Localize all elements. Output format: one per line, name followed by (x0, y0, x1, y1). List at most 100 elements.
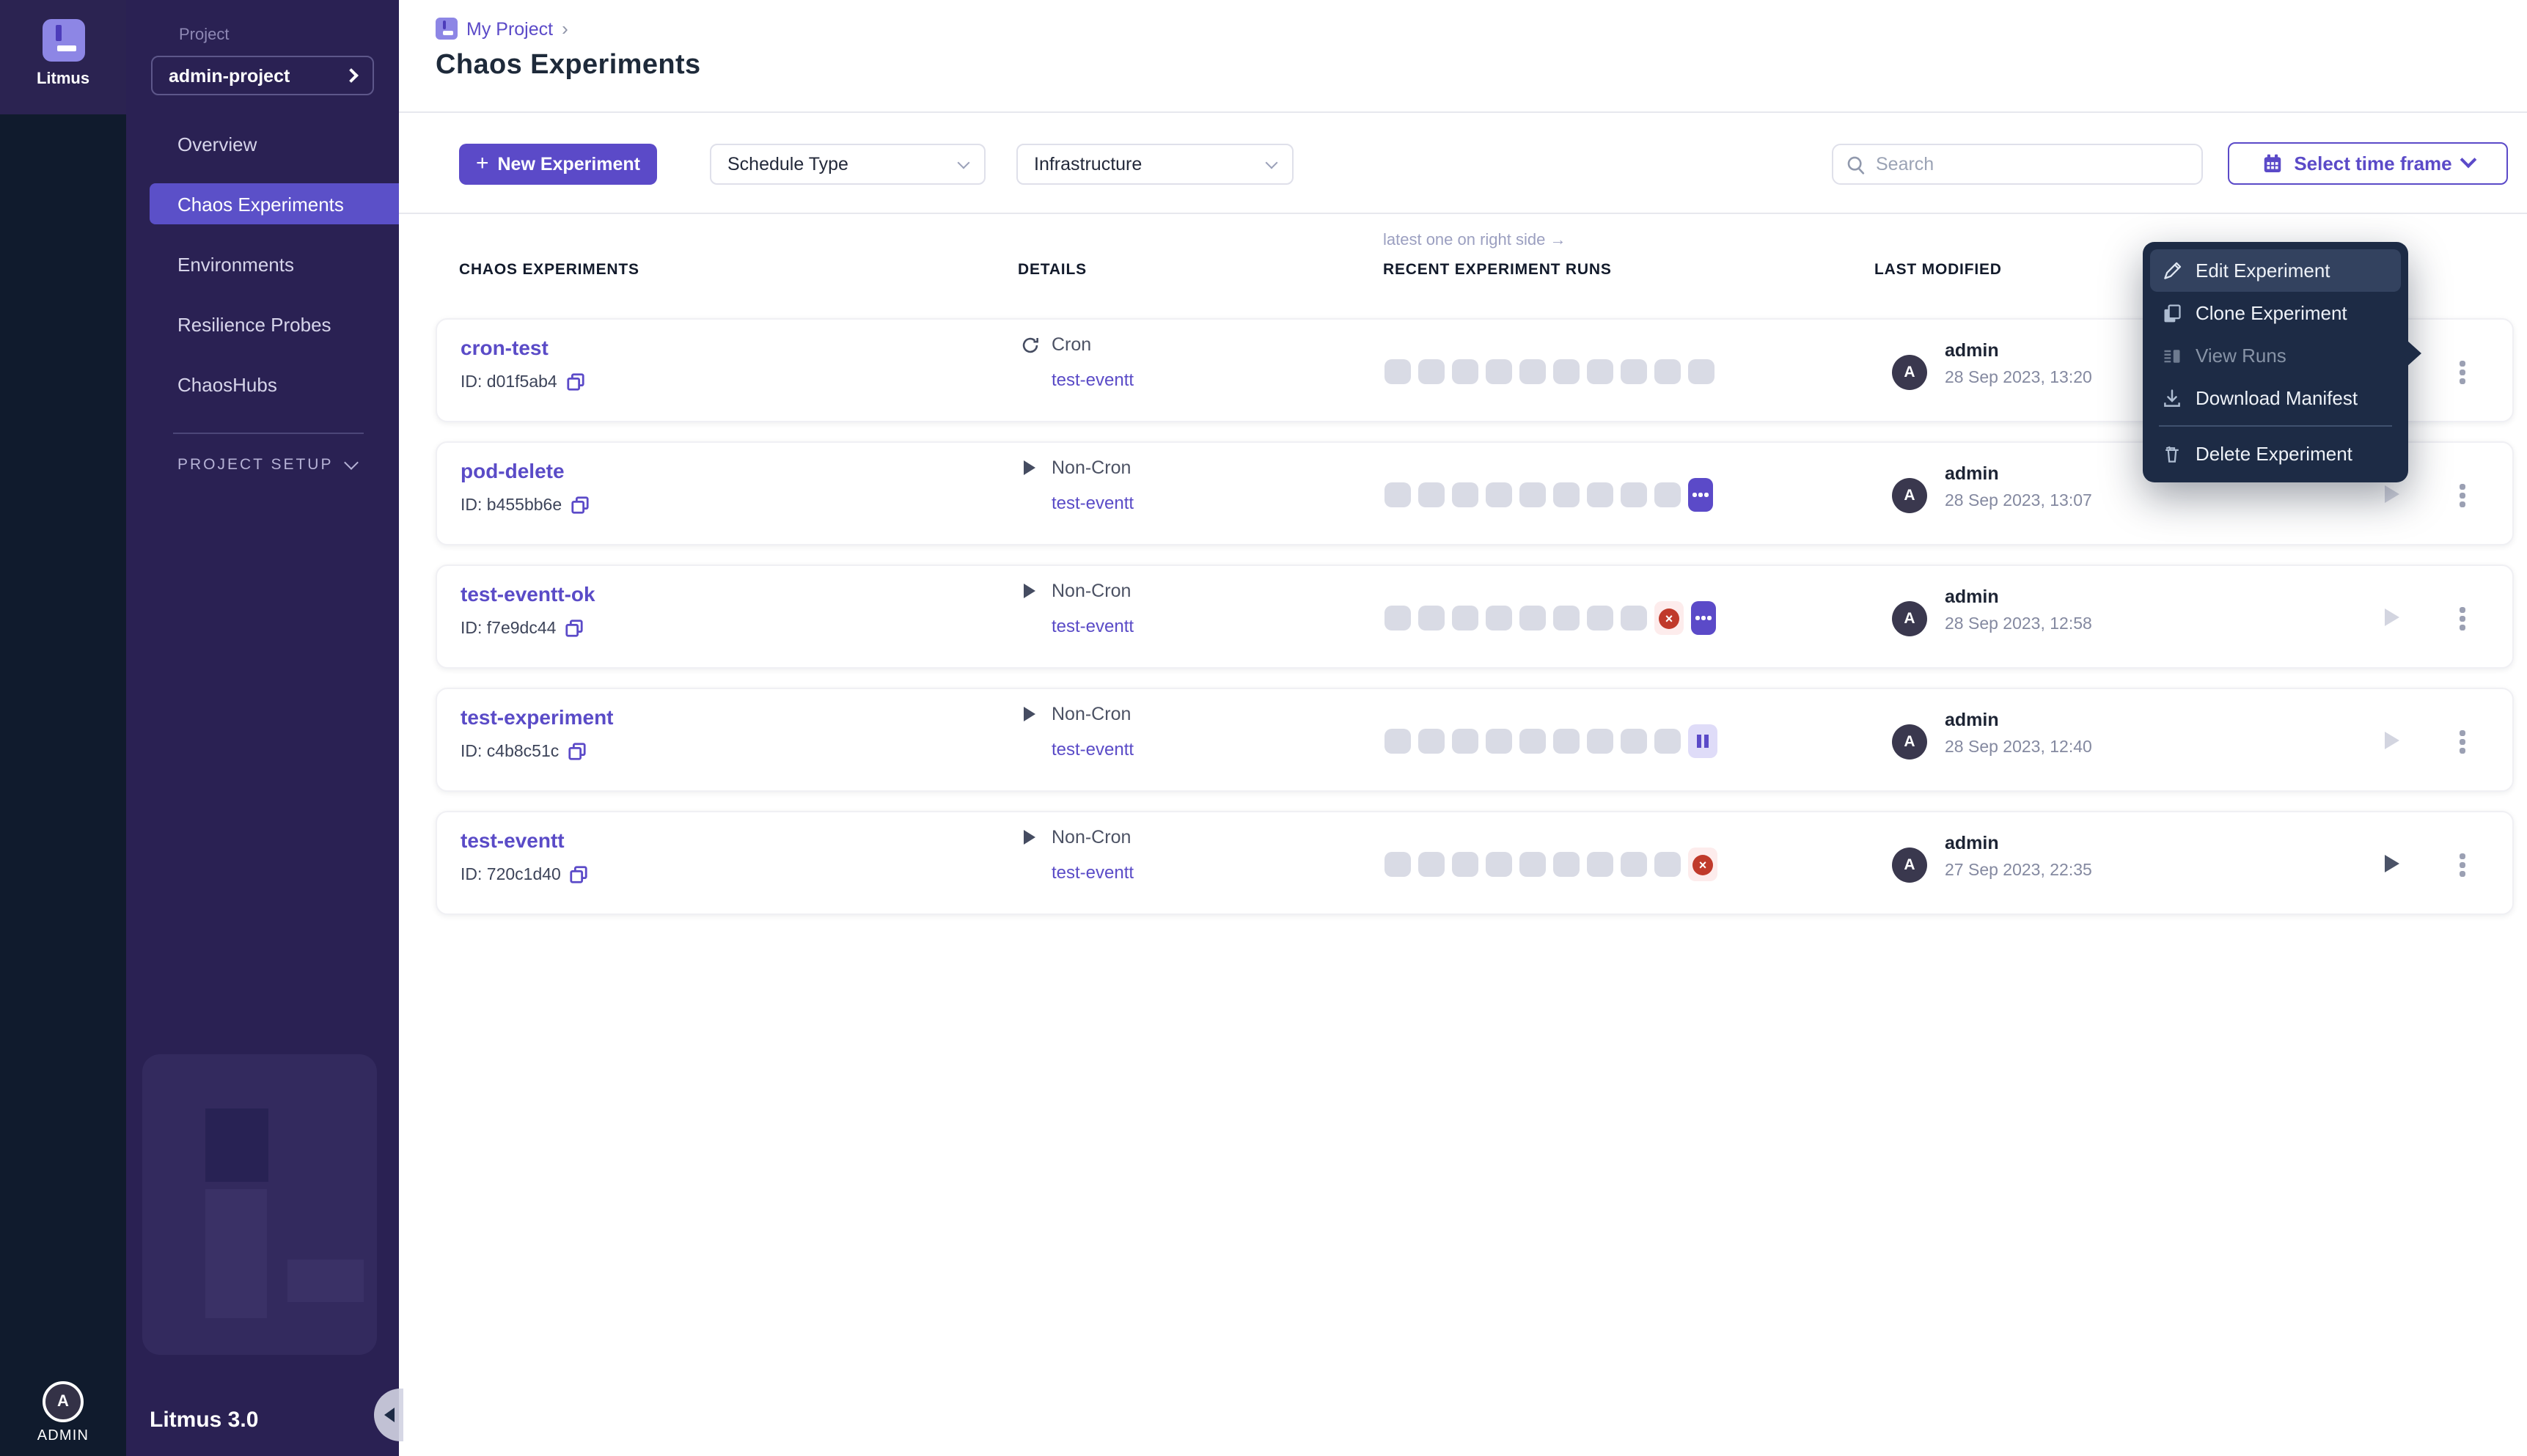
run-experiment-button[interactable] (2385, 608, 2399, 626)
run-experiment-button[interactable] (2385, 485, 2399, 503)
hub-link[interactable]: test-eventt (1052, 862, 1134, 883)
sidebar-item-environments[interactable]: Environments (126, 243, 399, 284)
sidebar-item-chaoshubs[interactable]: ChaosHubs (126, 364, 399, 405)
run-status-failed[interactable]: × (1688, 848, 1717, 881)
hub-link[interactable]: test-eventt (1052, 493, 1134, 513)
run-status-running[interactable] (1691, 601, 1716, 635)
modified-date: 28 Sep 2023, 12:58 (1945, 616, 2092, 633)
recent-runs-bar (1384, 443, 1720, 547)
experiment-name-link[interactable]: test-eventt (461, 828, 565, 852)
breadcrumb-my-project[interactable]: My Project (466, 18, 553, 39)
sidebar-item-overview[interactable]: Overview (126, 123, 399, 164)
run-status-none (1654, 729, 1681, 754)
run-status-none (1621, 606, 1647, 630)
main-content: My Project › Chaos Experiments + New Exp… (399, 0, 2527, 1456)
schedule-type: Cron (1052, 334, 1091, 355)
row-kebab-menu[interactable] (2449, 481, 2476, 510)
run-status-none (1553, 852, 1580, 877)
run-experiment-button[interactable] (2385, 732, 2399, 749)
page-title: Chaos Experiments (436, 50, 701, 82)
schedule-type: Non-Cron (1052, 457, 1131, 478)
collapse-left-icon (384, 1408, 394, 1422)
download-icon (2162, 388, 2182, 408)
run-status-none (1587, 606, 1613, 630)
experiment-row: test-eventt ID: 720c1d40 Non-Cron test-e… (436, 811, 2514, 915)
experiment-name-link[interactable]: test-eventt-ok (461, 582, 595, 606)
clone-icon (2162, 303, 2182, 323)
infrastructure-select[interactable]: Infrastructure (1016, 144, 1294, 185)
run-status-none (1486, 729, 1512, 754)
copy-icon[interactable] (568, 742, 587, 761)
copy-icon[interactable] (571, 496, 590, 515)
menu-divider (2159, 425, 2392, 427)
menu-item-clone-experiment[interactable]: Clone Experiment (2150, 292, 2401, 334)
runs-order-note: latest one on right side → (1383, 232, 1566, 249)
recent-runs-bar (1384, 320, 1722, 424)
row-kebab-menu[interactable] (2449, 604, 2476, 633)
experiment-name-link[interactable]: cron-test (461, 336, 549, 359)
breadcrumb: My Project › (436, 18, 568, 40)
copy-icon[interactable] (566, 372, 585, 391)
select-time-frame-button[interactable]: Select time frame (2228, 142, 2508, 185)
column-header-recent-runs: RECENT EXPERIMENT RUNS (1383, 261, 1612, 279)
experiment-id: ID: c4b8c51c (461, 743, 559, 760)
search-input[interactable] (1876, 154, 2188, 174)
sidebar-item-resilience-probes[interactable]: Resilience Probes (126, 304, 399, 345)
chevron-down-icon (344, 455, 359, 469)
experiment-name-link[interactable]: test-experiment (461, 705, 614, 729)
sidebar: Project admin-project Overview Chaos Exp… (126, 0, 399, 1456)
sidebar-divider (173, 433, 364, 434)
new-experiment-button[interactable]: + New Experiment (459, 144, 657, 185)
experiment-name-link[interactable]: pod-delete (461, 459, 565, 482)
chevron-down-icon (1266, 156, 1278, 169)
menu-item-download-manifest[interactable]: Download Manifest (2150, 377, 2401, 419)
project-setup-toggle[interactable]: PROJECT SETUP (177, 456, 356, 474)
non-cron-icon (1019, 830, 1040, 845)
project-name: admin-project (169, 65, 290, 86)
non-cron-icon (1019, 584, 1040, 598)
litmus-watermark (142, 1054, 377, 1355)
run-status-none (1452, 482, 1478, 507)
run-status-none (1519, 359, 1546, 384)
menu-item-edit-experiment[interactable]: Edit Experiment (2150, 249, 2401, 292)
hub-link[interactable]: test-eventt (1052, 369, 1134, 390)
project-mini-logo-icon (436, 18, 458, 40)
rail-top: Litmus (0, 0, 126, 114)
modified-by: admin (1945, 587, 1999, 607)
run-status-none (1384, 729, 1411, 754)
row-kebab-menu[interactable] (2449, 358, 2476, 387)
run-status-none (1654, 359, 1681, 384)
schedule-type-select[interactable]: Schedule Type (710, 144, 986, 185)
run-status-none (1486, 482, 1512, 507)
run-status-none (1688, 359, 1714, 384)
logo-glyph (55, 25, 62, 41)
row-kebab-menu[interactable] (2449, 850, 2476, 880)
search-box (1832, 144, 2203, 185)
run-experiment-button[interactable] (2385, 855, 2399, 872)
hub-link[interactable]: test-eventt (1052, 616, 1134, 636)
run-status-running[interactable] (1688, 478, 1713, 512)
menu-item-delete-experiment[interactable]: Delete Experiment (2150, 433, 2401, 475)
header-divider (399, 111, 2527, 113)
hub-link[interactable]: test-eventt (1052, 739, 1134, 760)
copy-icon[interactable] (570, 865, 589, 884)
experiment-id: ID: f7e9dc44 (461, 619, 556, 637)
run-status-none (1654, 852, 1681, 877)
project-selector[interactable]: admin-project (151, 56, 374, 95)
run-status-none (1553, 359, 1580, 384)
litmus-logo-icon[interactable] (43, 19, 85, 62)
user-avatar[interactable]: A (43, 1381, 84, 1422)
sidebar-item-chaos-experiments[interactable]: Chaos Experiments (150, 183, 399, 224)
run-status-none (1553, 729, 1580, 754)
run-status-failed[interactable]: × (1654, 601, 1684, 635)
run-status-paused[interactable] (1688, 724, 1717, 758)
project-setup-label: PROJECT SETUP (177, 456, 334, 474)
logo-label: Litmus (0, 70, 126, 88)
modified-by: admin (1945, 710, 1999, 730)
row-kebab-menu[interactable] (2449, 727, 2476, 757)
avatar: A (1892, 848, 1927, 883)
run-status-none (1486, 852, 1512, 877)
copy-icon[interactable] (565, 619, 584, 638)
rail-bottom: A ADMIN (0, 1381, 126, 1444)
cron-icon (1019, 335, 1040, 354)
